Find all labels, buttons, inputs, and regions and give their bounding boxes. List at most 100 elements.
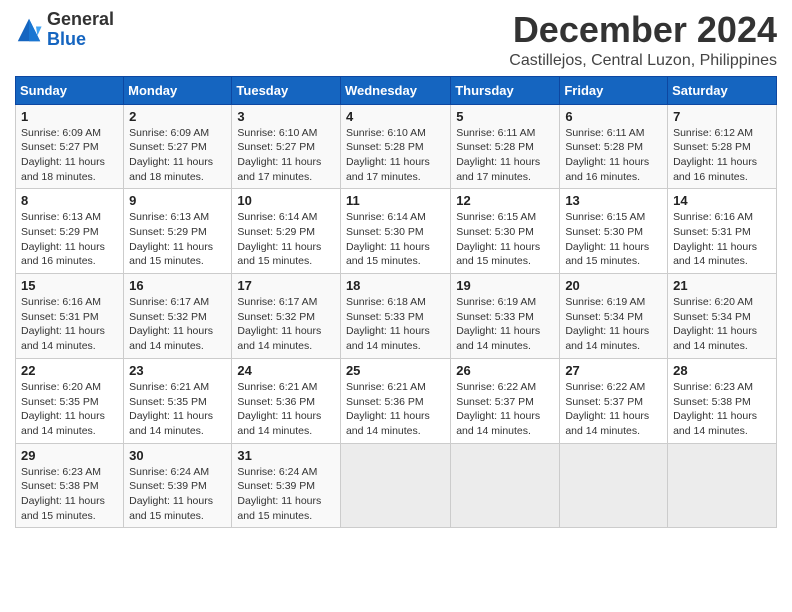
- day-number: 28: [673, 363, 771, 378]
- weekday-header-friday: Friday: [560, 76, 668, 104]
- day-info: Sunrise: 6:13 AM Sunset: 5:29 PM Dayligh…: [21, 210, 118, 269]
- calendar-cell: [560, 443, 668, 528]
- day-number: 21: [673, 278, 771, 293]
- calendar-cell: 12 Sunrise: 6:15 AM Sunset: 5:30 PM Dayli…: [451, 189, 560, 274]
- day-number: 31: [237, 448, 335, 463]
- day-info: Sunrise: 6:17 AM Sunset: 5:32 PM Dayligh…: [237, 295, 335, 354]
- calendar-week-1: 1 Sunrise: 6:09 AM Sunset: 5:27 PM Daylig…: [16, 104, 777, 189]
- day-info: Sunrise: 6:09 AM Sunset: 5:27 PM Dayligh…: [129, 126, 226, 185]
- calendar-week-3: 15 Sunrise: 6:16 AM Sunset: 5:31 PM Dayli…: [16, 274, 777, 359]
- day-info: Sunrise: 6:16 AM Sunset: 5:31 PM Dayligh…: [21, 295, 118, 354]
- day-number: 27: [565, 363, 662, 378]
- calendar-cell: 24 Sunrise: 6:21 AM Sunset: 5:36 PM Dayli…: [232, 358, 341, 443]
- calendar-subtitle: Castillejos, Central Luzon, Philippines: [509, 52, 777, 70]
- day-number: 23: [129, 363, 226, 378]
- day-info: Sunrise: 6:14 AM Sunset: 5:30 PM Dayligh…: [346, 210, 445, 269]
- day-info: Sunrise: 6:19 AM Sunset: 5:34 PM Dayligh…: [565, 295, 662, 354]
- calendar-cell: 17Sunrise: 6:17 AM Sunset: 5:32 PM Dayli…: [232, 274, 341, 359]
- calendar-cell: 4Sunrise: 6:10 AM Sunset: 5:28 PM Daylig…: [340, 104, 450, 189]
- calendar-cell: 25 Sunrise: 6:21 AM Sunset: 5:36 PM Dayli…: [340, 358, 450, 443]
- weekday-header-wednesday: Wednesday: [340, 76, 450, 104]
- calendar-cell: [340, 443, 450, 528]
- calendar-cell: 29Sunrise: 6:23 AM Sunset: 5:38 PM Dayli…: [16, 443, 124, 528]
- calendar-cell: 13 Sunrise: 6:15 AM Sunset: 5:30 PM Dayli…: [560, 189, 668, 274]
- calendar-table: SundayMondayTuesdayWednesdayThursdayFrid…: [15, 76, 777, 529]
- calendar-cell: 8 Sunrise: 6:13 AM Sunset: 5:29 PM Daylig…: [16, 189, 124, 274]
- calendar-cell: 15 Sunrise: 6:16 AM Sunset: 5:31 PM Dayli…: [16, 274, 124, 359]
- day-number: 19: [456, 278, 554, 293]
- day-info: Sunrise: 6:15 AM Sunset: 5:30 PM Dayligh…: [565, 210, 662, 269]
- calendar-cell: 28Sunrise: 6:23 AM Sunset: 5:38 PM Dayli…: [668, 358, 777, 443]
- day-info: Sunrise: 6:19 AM Sunset: 5:33 PM Dayligh…: [456, 295, 554, 354]
- page-header: General Blue December 2024 Castillejos, …: [15, 10, 777, 70]
- calendar-cell: 11 Sunrise: 6:14 AM Sunset: 5:30 PM Dayli…: [340, 189, 450, 274]
- day-number: 18: [346, 278, 445, 293]
- day-number: 22: [21, 363, 118, 378]
- day-number: 14: [673, 193, 771, 208]
- day-number: 25: [346, 363, 445, 378]
- calendar-cell: 2 Sunrise: 6:09 AM Sunset: 5:27 PM Daylig…: [124, 104, 232, 189]
- calendar-cell: 20Sunrise: 6:19 AM Sunset: 5:34 PM Dayli…: [560, 274, 668, 359]
- day-number: 1: [21, 109, 118, 124]
- logo-text: General Blue: [47, 10, 114, 50]
- calendar-cell: 30 Sunrise: 6:24 AM Sunset: 5:39 PM Dayli…: [124, 443, 232, 528]
- day-number: 6: [565, 109, 662, 124]
- weekday-header-saturday: Saturday: [668, 76, 777, 104]
- calendar-week-5: 29Sunrise: 6:23 AM Sunset: 5:38 PM Dayli…: [16, 443, 777, 528]
- calendar-cell: 5Sunrise: 6:11 AM Sunset: 5:28 PM Daylig…: [451, 104, 560, 189]
- day-info: Sunrise: 6:12 AM Sunset: 5:28 PM Dayligh…: [673, 126, 771, 185]
- day-info: Sunrise: 6:15 AM Sunset: 5:30 PM Dayligh…: [456, 210, 554, 269]
- calendar-cell: 14 Sunrise: 6:16 AM Sunset: 5:31 PM Dayli…: [668, 189, 777, 274]
- day-number: 10: [237, 193, 335, 208]
- day-info: Sunrise: 6:11 AM Sunset: 5:28 PM Dayligh…: [456, 126, 554, 185]
- day-number: 30: [129, 448, 226, 463]
- day-info: Sunrise: 6:10 AM Sunset: 5:27 PM Dayligh…: [237, 126, 335, 185]
- day-info: Sunrise: 6:22 AM Sunset: 5:37 PM Dayligh…: [456, 380, 554, 439]
- day-info: Sunrise: 6:20 AM Sunset: 5:35 PM Dayligh…: [21, 380, 118, 439]
- calendar-cell: 3 Sunrise: 6:10 AM Sunset: 5:27 PM Daylig…: [232, 104, 341, 189]
- day-number: 16: [129, 278, 226, 293]
- calendar-cell: 31 Sunrise: 6:24 AM Sunset: 5:39 PM Dayli…: [232, 443, 341, 528]
- day-number: 24: [237, 363, 335, 378]
- day-info: Sunrise: 6:21 AM Sunset: 5:36 PM Dayligh…: [237, 380, 335, 439]
- calendar-cell: 21Sunrise: 6:20 AM Sunset: 5:34 PM Dayli…: [668, 274, 777, 359]
- calendar-cell: 18 Sunrise: 6:18 AM Sunset: 5:33 PM Dayli…: [340, 274, 450, 359]
- calendar-cell: 7Sunrise: 6:12 AM Sunset: 5:28 PM Daylig…: [668, 104, 777, 189]
- day-number: 11: [346, 193, 445, 208]
- day-info: Sunrise: 6:21 AM Sunset: 5:36 PM Dayligh…: [346, 380, 445, 439]
- day-info: Sunrise: 6:13 AM Sunset: 5:29 PM Dayligh…: [129, 210, 226, 269]
- day-number: 15: [21, 278, 118, 293]
- day-info: Sunrise: 6:22 AM Sunset: 5:37 PM Dayligh…: [565, 380, 662, 439]
- day-info: Sunrise: 6:23 AM Sunset: 5:38 PM Dayligh…: [21, 465, 118, 524]
- day-number: 2: [129, 109, 226, 124]
- calendar-cell: 1Sunrise: 6:09 AM Sunset: 5:27 PM Daylig…: [16, 104, 124, 189]
- day-number: 8: [21, 193, 118, 208]
- calendar-cell: 10Sunrise: 6:14 AM Sunset: 5:29 PM Dayli…: [232, 189, 341, 274]
- calendar-cell: 16Sunrise: 6:17 AM Sunset: 5:32 PM Dayli…: [124, 274, 232, 359]
- weekday-header-thursday: Thursday: [451, 76, 560, 104]
- day-info: Sunrise: 6:18 AM Sunset: 5:33 PM Dayligh…: [346, 295, 445, 354]
- calendar-cell: 19 Sunrise: 6:19 AM Sunset: 5:33 PM Dayli…: [451, 274, 560, 359]
- calendar-cell: 9 Sunrise: 6:13 AM Sunset: 5:29 PM Daylig…: [124, 189, 232, 274]
- calendar-week-2: 8 Sunrise: 6:13 AM Sunset: 5:29 PM Daylig…: [16, 189, 777, 274]
- weekday-header-sunday: Sunday: [16, 76, 124, 104]
- calendar-cell: 26 Sunrise: 6:22 AM Sunset: 5:37 PM Dayli…: [451, 358, 560, 443]
- calendar-cell: 27 Sunrise: 6:22 AM Sunset: 5:37 PM Dayli…: [560, 358, 668, 443]
- day-number: 26: [456, 363, 554, 378]
- day-number: 9: [129, 193, 226, 208]
- day-info: Sunrise: 6:24 AM Sunset: 5:39 PM Dayligh…: [237, 465, 335, 524]
- calendar-cell: 23 Sunrise: 6:21 AM Sunset: 5:35 PM Dayli…: [124, 358, 232, 443]
- calendar-week-4: 22 Sunrise: 6:20 AM Sunset: 5:35 PM Dayli…: [16, 358, 777, 443]
- logo: General Blue: [15, 10, 114, 50]
- day-number: 13: [565, 193, 662, 208]
- day-info: Sunrise: 6:24 AM Sunset: 5:39 PM Dayligh…: [129, 465, 226, 524]
- logo-icon: [15, 16, 43, 44]
- calendar-cell: [451, 443, 560, 528]
- calendar-cell: 6 Sunrise: 6:11 AM Sunset: 5:28 PM Daylig…: [560, 104, 668, 189]
- day-info: Sunrise: 6:21 AM Sunset: 5:35 PM Dayligh…: [129, 380, 226, 439]
- day-number: 3: [237, 109, 335, 124]
- day-number: 12: [456, 193, 554, 208]
- calendar-body: 1 Sunrise: 6:09 AM Sunset: 5:27 PM Daylig…: [16, 104, 777, 528]
- day-info: Sunrise: 6:11 AM Sunset: 5:28 PM Dayligh…: [565, 126, 662, 185]
- day-info: Sunrise: 6:16 AM Sunset: 5:31 PM Dayligh…: [673, 210, 771, 269]
